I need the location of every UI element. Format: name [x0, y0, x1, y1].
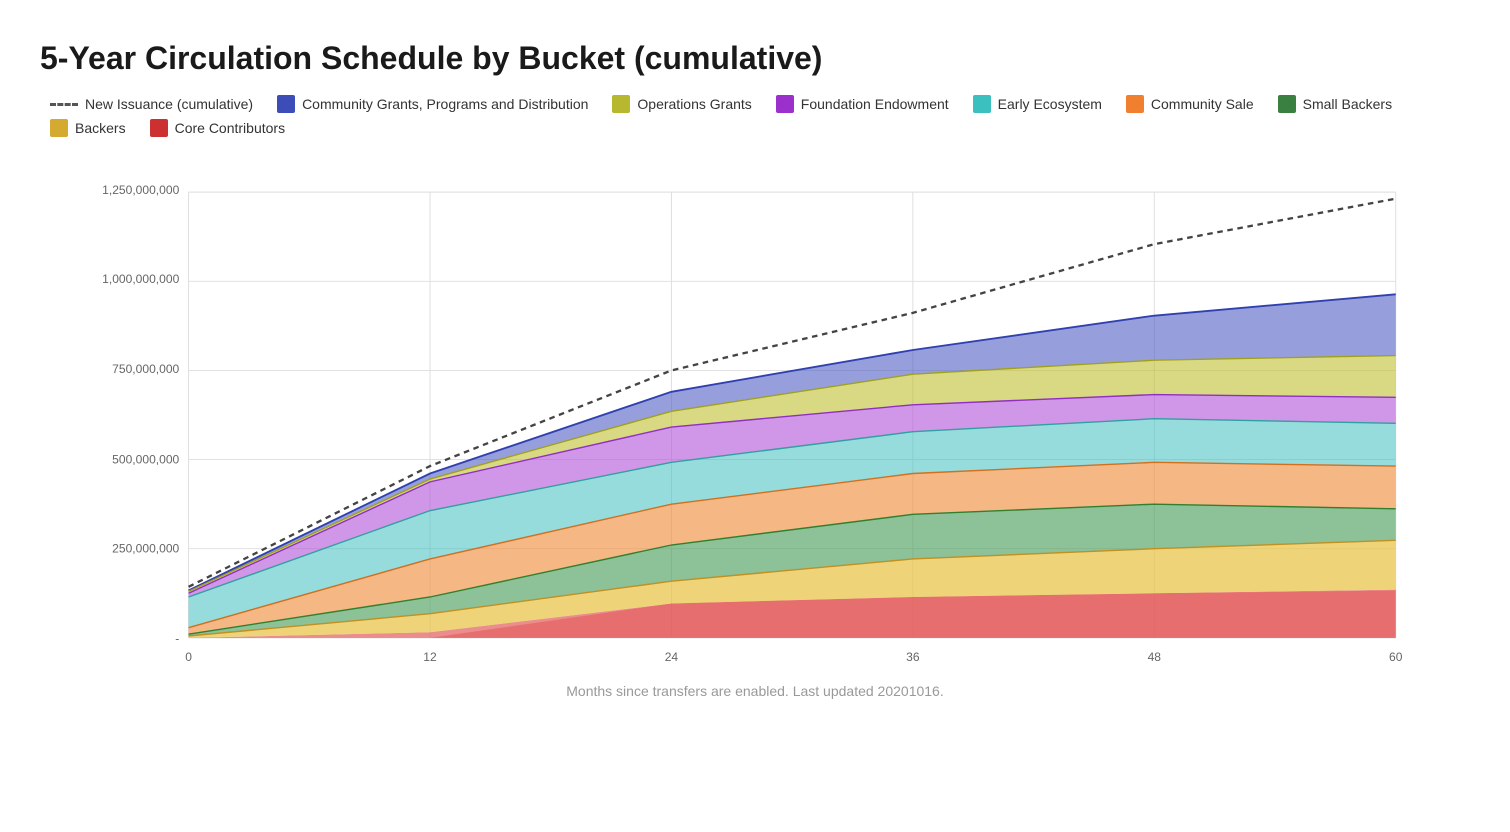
x-label-36: 36 [906, 650, 920, 664]
x-label-0: 0 [185, 650, 192, 664]
legend-item-community-grants: Community Grants, Programs and Distribut… [277, 95, 588, 113]
y-label-250m: 250,000,000 [112, 541, 179, 555]
legend-item-operations-grants: Operations Grants [612, 95, 751, 113]
legend-icon-small-backers [1278, 95, 1296, 113]
legend: New Issuance (cumulative) Community Gran… [40, 95, 1470, 137]
legend-label-core-contributors: Core Contributors [175, 120, 286, 136]
legend-item-new-issuance: New Issuance (cumulative) [50, 95, 253, 113]
y-label-500m: 500,000,000 [112, 452, 179, 466]
legend-label-foundation: Foundation Endowment [801, 96, 949, 112]
chart-svg: - 250,000,000 500,000,000 750,000,000 1,… [40, 155, 1470, 675]
legend-label-community-sale: Community Sale [1151, 96, 1254, 112]
legend-item-backers: Backers [50, 119, 126, 137]
x-label-48: 48 [1148, 650, 1162, 664]
legend-icon-new-issuance [50, 103, 78, 106]
legend-item-foundation: Foundation Endowment [776, 95, 949, 113]
legend-label-backers: Backers [75, 120, 126, 136]
legend-icon-operations-grants [612, 95, 630, 113]
legend-item-community-sale: Community Sale [1126, 95, 1254, 113]
x-label-12: 12 [423, 650, 437, 664]
legend-label-new-issuance: New Issuance (cumulative) [85, 96, 253, 112]
legend-icon-early-ecosystem [973, 95, 991, 113]
legend-icon-core-contributors [150, 119, 168, 137]
legend-label-operations-grants: Operations Grants [637, 96, 751, 112]
legend-label-community-grants: Community Grants, Programs and Distribut… [302, 96, 588, 112]
chart-container: 5-Year Circulation Schedule by Bucket (c… [0, 0, 1510, 832]
chart-footnote: Months since transfers are enabled. Last… [40, 683, 1470, 699]
legend-icon-foundation [776, 95, 794, 113]
legend-icon-community-sale [1126, 95, 1144, 113]
y-label-1b: 1,000,000,000 [102, 272, 179, 286]
legend-item-small-backers: Small Backers [1278, 95, 1392, 113]
legend-label-small-backers: Small Backers [1303, 96, 1392, 112]
y-label-750m: 750,000,000 [112, 362, 179, 376]
legend-label-early-ecosystem: Early Ecosystem [998, 96, 1102, 112]
legend-icon-community-grants [277, 95, 295, 113]
y-label-1250m: 1,250,000,000 [102, 183, 179, 197]
legend-item-early-ecosystem: Early Ecosystem [973, 95, 1102, 113]
chart-title: 5-Year Circulation Schedule by Bucket (c… [40, 40, 1470, 77]
legend-icon-backers [50, 119, 68, 137]
x-label-60: 60 [1389, 650, 1403, 664]
x-label-24: 24 [665, 650, 679, 664]
y-label-0: - [175, 632, 179, 646]
legend-item-core-contributors: Core Contributors [150, 119, 286, 137]
